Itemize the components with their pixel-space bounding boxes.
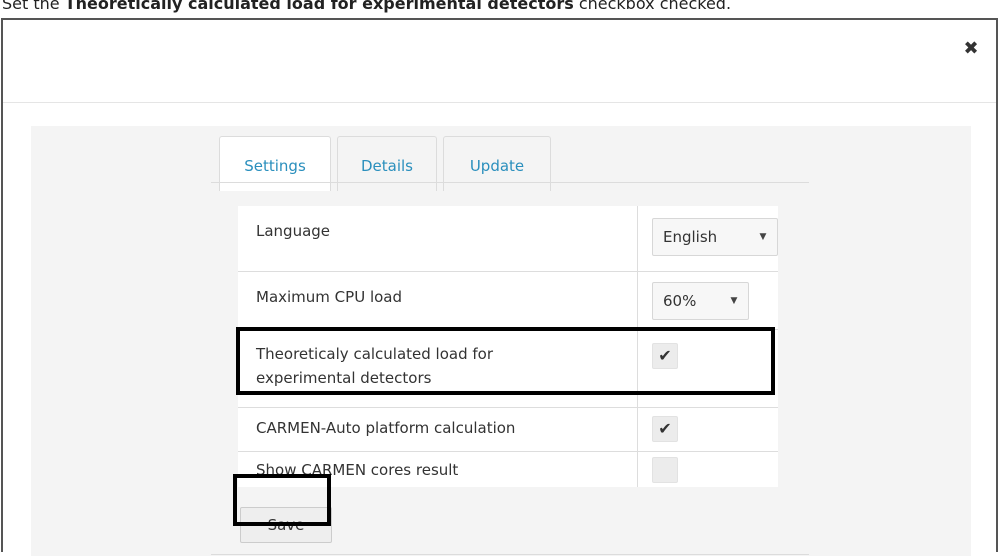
setting-row-carmen-auto: CARMEN-Auto platform calculation ✔ [238,406,778,451]
chevron-down-icon: ▼ [730,295,738,306]
caption-prefix: Set the [2,0,65,13]
caption-bold: Theoretically calculated load for experi… [64,0,574,13]
setting-row-cpu: Maximum CPU load 60% ▼ [238,270,778,329]
theoretical-checkbox[interactable]: ✔ [652,342,678,369]
save-button[interactable]: Save [240,507,332,543]
cpu-select[interactable]: 60% ▼ [652,281,749,320]
setting-row-carmen-cores: Show CARMEN cores result [238,450,778,487]
carmen-auto-label: CARMEN-Auto platform calculation [238,406,638,451]
carmen-cores-label: Show CARMEN cores result [238,450,638,487]
language-value: English [663,228,718,246]
language-label: Language [238,206,638,271]
cpu-value: 60% [663,291,697,310]
carmen-auto-checkbox[interactable]: ✔ [652,415,678,442]
dialog-body: Settings Details Update Language English… [31,126,971,556]
caption-suffix: checkbox checked. [573,0,732,13]
cpu-label: Maximum CPU load [238,270,638,329]
chevron-down-icon: ▼ [759,232,767,242]
setting-row-theoretical: Theoreticaly calculated load for experim… [238,328,778,407]
carmen-cores-checkbox[interactable] [652,456,678,483]
language-select[interactable]: English ▼ [652,218,778,256]
dialog-header: ✖ [3,20,996,103]
panel-bottom-divider [211,554,809,555]
instruction-caption: Set the Theoretically calculated load fo… [2,0,731,15]
close-icon[interactable]: ✖ [960,38,982,60]
settings-table: Language English ▼ Maximum CPU load 60% … [238,206,778,487]
setting-row-language: Language English ▼ [238,206,778,271]
theoretical-label: Theoreticaly calculated load for experim… [238,328,638,407]
settings-dialog: ✖ Settings Details Update Language Engli… [1,18,998,556]
settings-panel: Language English ▼ Maximum CPU load 60% … [238,206,778,487]
tab-divider [211,182,809,183]
